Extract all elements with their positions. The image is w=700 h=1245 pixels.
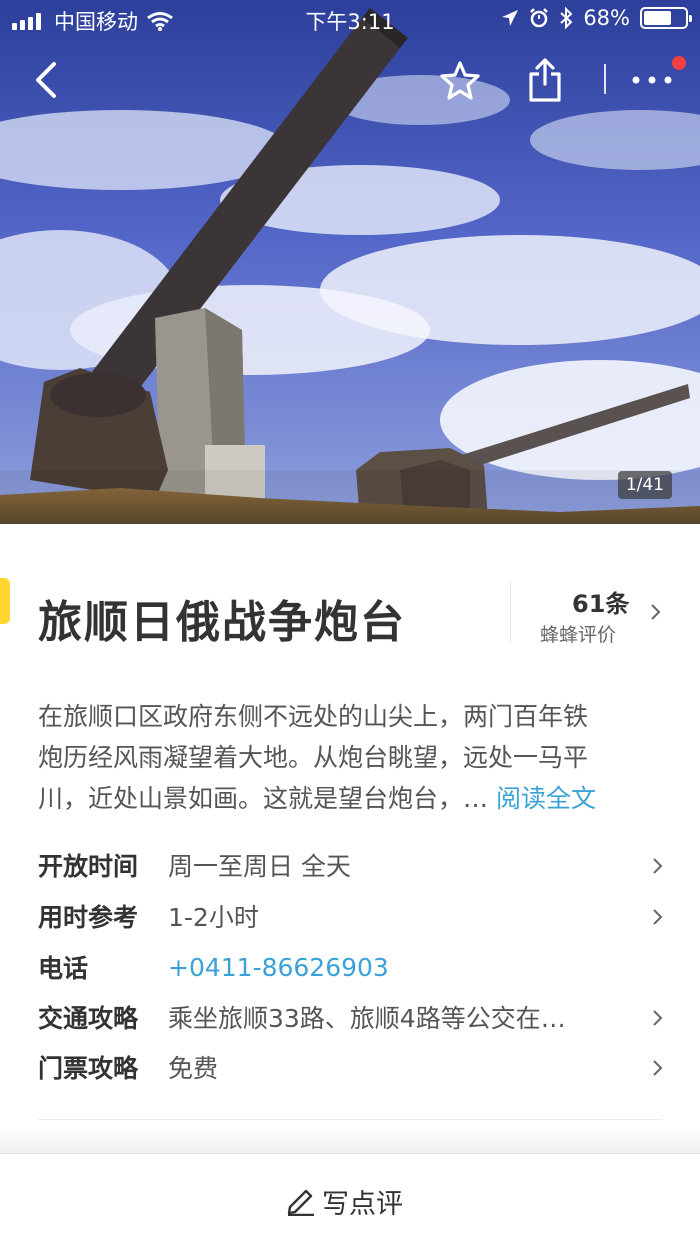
notification-dot <box>672 56 686 70</box>
info-row-tickets[interactable]: 门票攻略 免费 <box>38 1042 666 1092</box>
chevron-left-icon <box>36 62 56 98</box>
page-title: 旅顺日俄战争炮台 <box>38 597 406 648</box>
review-label: 蜂蜂评价 <box>540 624 617 646</box>
location-arrow-icon <box>502 10 519 26</box>
star-icon <box>440 61 480 100</box>
chevron-right-icon <box>653 1060 663 1076</box>
read-more-link[interactable]: 阅读全文 <box>496 784 596 813</box>
back-button[interactable] <box>22 56 70 104</box>
pencil-icon <box>287 1189 314 1216</box>
battery-level <box>644 11 672 25</box>
info-row-duration[interactable]: 用时参考 1-2小时 <box>38 891 666 941</box>
battery-percent: 68% <box>583 6 630 30</box>
info-value: 周一至周日 全天 <box>168 852 351 881</box>
status-bar: 中国移动 下午3:11 68% <box>0 0 700 38</box>
info-label: 电话 <box>38 954 89 983</box>
info-label: 开放时间 <box>38 852 139 881</box>
info-row-phone: 电话 +0411-86626903 <box>38 942 666 992</box>
chevron-right-icon <box>653 858 663 874</box>
write-review-label: 写点评 <box>322 1189 403 1220</box>
info-label: 用时参考 <box>38 903 139 932</box>
more-button[interactable] <box>628 56 676 104</box>
bottom-shadow <box>0 1126 700 1154</box>
hero-photo[interactable]: 中国移动 下午3:11 68% 1/41 <box>0 0 700 524</box>
info-label: 门票攻略 <box>38 1054 139 1083</box>
info-label: 交通攻略 <box>38 1004 139 1033</box>
image-counter: 1/41 <box>617 471 672 499</box>
description-text: 川，近处山景如画。这就是望台炮台，… <box>38 784 496 813</box>
info-row-transport[interactable]: 交通攻略 乘坐旅顺33路、旅顺4路等公交在… <box>38 992 666 1042</box>
alarm-icon <box>530 8 549 28</box>
description-line: 川，近处山景如画。这就是望台炮台，… 阅读全文 <box>38 778 662 819</box>
description-line: 在旅顺口区政府东侧不远处的山尖上，两门百年铁 <box>38 702 589 731</box>
phone-link[interactable]: +0411-86626903 <box>168 953 389 982</box>
favorite-button[interactable] <box>436 56 484 104</box>
more-dots-icon <box>632 76 672 84</box>
chevron-right-icon <box>653 909 663 925</box>
share-icon <box>529 58 561 102</box>
description: 在旅顺口区政府东侧不远处的山尖上，两门百年铁 炮历经风雨凝望着大地。从炮台眺望，… <box>38 696 662 819</box>
info-row-hours[interactable]: 开放时间 周一至周日 全天 <box>38 840 666 890</box>
section-divider <box>38 1119 662 1120</box>
nav-separator <box>604 64 606 94</box>
description-line: 炮历经风雨凝望着大地。从炮台眺望，远处一马平 <box>38 743 589 772</box>
accent-tab <box>0 578 10 624</box>
write-review-button[interactable]: 写点评 <box>286 1182 403 1221</box>
review-count: 61条 <box>572 590 630 618</box>
info-value: 免费 <box>168 1054 219 1083</box>
bluetooth-icon <box>560 7 573 29</box>
top-nav <box>0 40 700 120</box>
bottom-bar: 写点评 <box>0 1153 700 1245</box>
battery-icon <box>640 7 692 29</box>
share-button[interactable] <box>521 56 569 104</box>
title-divider <box>510 580 511 644</box>
chevron-right-icon <box>651 604 661 620</box>
info-value: 1-2小时 <box>168 903 259 932</box>
reviews-link[interactable]: 61条 蜂蜂评价 <box>522 580 692 646</box>
info-value: 乘坐旅顺33路、旅顺4路等公交在… <box>168 1004 566 1033</box>
chevron-right-icon <box>653 1010 663 1026</box>
